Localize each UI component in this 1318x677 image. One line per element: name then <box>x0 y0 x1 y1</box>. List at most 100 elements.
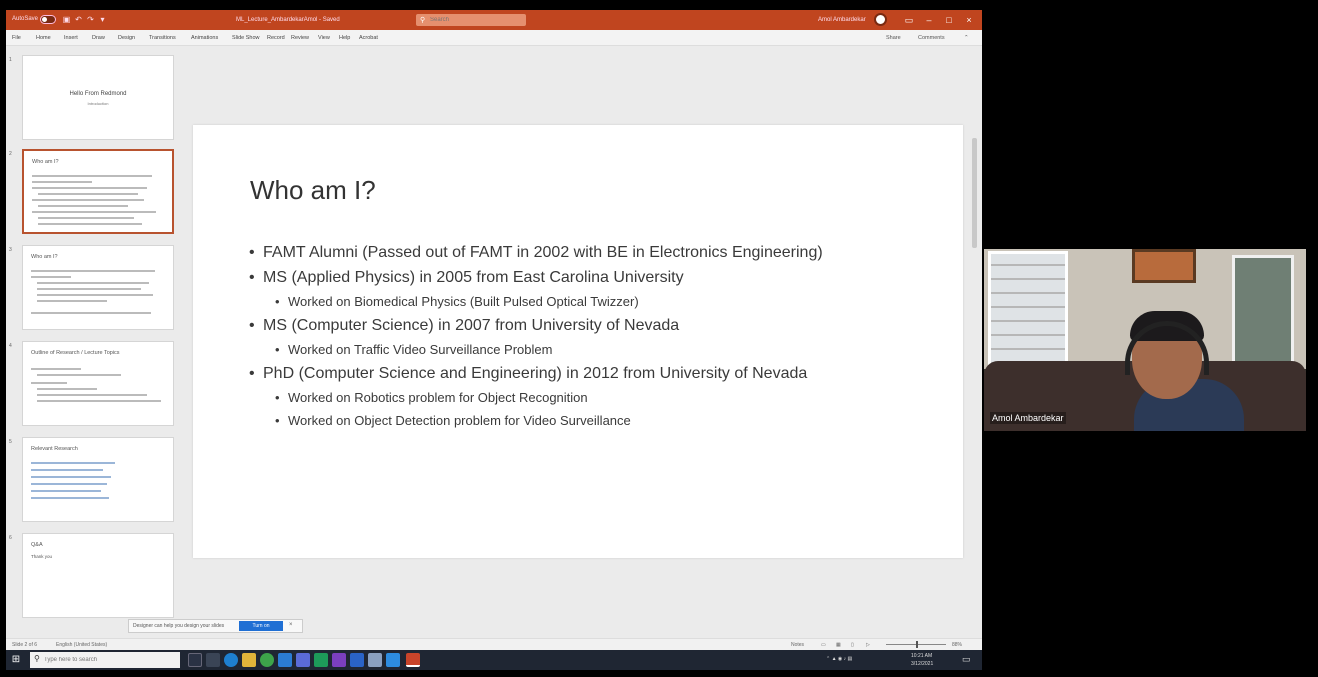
zoom-slider[interactable] <box>886 641 946 648</box>
blind-slat <box>991 334 1065 336</box>
undo-icon[interactable]: ↶ <box>74 15 83 24</box>
zoom-icon[interactable] <box>386 653 400 667</box>
slide-bullets[interactable]: FAMT Alumni (Passed out of FAMT in 2002 … <box>248 242 928 434</box>
mail-icon[interactable] <box>278 653 292 667</box>
zoom-level[interactable]: 88% <box>952 642 962 648</box>
thumbnail-title: Outline of Research / Lecture Topics <box>31 350 120 356</box>
share-button[interactable]: Share <box>886 33 901 43</box>
autosave-toggle[interactable] <box>40 15 56 24</box>
search-box[interactable]: ⚲ <box>416 14 526 26</box>
video-window <box>1232 255 1294 365</box>
thumbnail-text-line <box>31 368 81 370</box>
sub-bullet-item: Worked on Robotics problem for Object Re… <box>248 388 928 407</box>
powerpoint-icon[interactable] <box>406 653 420 667</box>
status-bar: Slide 2 of 6 English (United States) Not… <box>6 638 982 650</box>
save-icon[interactable]: ▣ <box>62 15 71 24</box>
close-icon[interactable]: × <box>289 622 293 628</box>
tab-design[interactable]: Design <box>118 34 135 43</box>
minimize-icon[interactable]: – <box>922 13 936 27</box>
notification-center-icon[interactable]: ▭ <box>962 654 971 664</box>
search-icon: ⚲ <box>34 654 40 663</box>
file-explorer-icon[interactable] <box>242 653 256 667</box>
taskbar-search[interactable]: ⚲ <box>30 652 180 668</box>
clock-date[interactable]: 3/12/2021 <box>911 661 933 669</box>
designer-notification: Designer can help you design your slides… <box>128 619 303 633</box>
thumbnail-number: 6 <box>9 535 12 541</box>
tab-transitions[interactable]: Transitions <box>149 34 176 43</box>
slideshow-icon[interactable]: ▷ <box>866 642 870 648</box>
tab-draw[interactable]: Draw <box>92 34 105 43</box>
collapse-ribbon-icon[interactable]: ⌃ <box>964 33 969 43</box>
tab-insert[interactable]: Insert <box>64 34 78 43</box>
tab-animations[interactable]: Animations <box>191 34 218 43</box>
vertical-scrollbar[interactable] <box>972 138 977 248</box>
tab-home[interactable]: Home <box>36 34 51 43</box>
windows-taskbar: ⊞ ⚲ ⌃ ▲ ◉ ♪ ▤ 10:21 AM 3/12/2021 ▭ <box>6 650 982 670</box>
thumbnail-title: Hello From Redmond <box>69 91 127 97</box>
task-view-icon[interactable] <box>188 653 202 667</box>
reading-view-icon[interactable]: ▯ <box>851 642 854 648</box>
normal-view-icon[interactable]: ▭ <box>821 642 826 648</box>
thumbnail-text-line <box>31 276 71 278</box>
participant-name: Amol Ambardekar <box>990 412 1066 424</box>
thumbnail-text-line <box>37 294 153 296</box>
thumbnail-subtitle: Introduction <box>87 101 109 106</box>
slide-canvas[interactable]: Who am I? FAMT Alumni (Passed out of FAM… <box>193 125 963 558</box>
thumbnail-text-line <box>31 382 67 384</box>
thumbnail-number: 2 <box>9 151 12 157</box>
sub-bullet-item: Worked on Biomedical Physics (Built Puls… <box>248 292 928 311</box>
chevron-down-icon[interactable]: ▾ <box>98 15 107 24</box>
blind-slat <box>991 320 1065 322</box>
close-icon[interactable]: × <box>962 13 976 27</box>
app-icon[interactable] <box>368 653 382 667</box>
ribbon-tabs: File Home Insert Draw Design Transitions… <box>6 30 982 46</box>
tab-file[interactable]: File <box>12 34 21 43</box>
word-icon[interactable] <box>350 653 364 667</box>
avatar[interactable] <box>874 13 887 26</box>
thumbnail-text-line <box>38 223 142 225</box>
redo-icon[interactable]: ↷ <box>86 15 95 24</box>
slide-thumbnail-4[interactable]: Outline of Research / Lecture Topics <box>22 341 174 426</box>
slide-thumbnail-6[interactable]: Q&A Thank you <box>22 533 174 618</box>
onenote-icon[interactable] <box>332 653 346 667</box>
tray-icons[interactable]: ⌃ ▲ ◉ ♪ ▤ <box>826 656 852 664</box>
thumbnail-text-line <box>37 288 141 290</box>
clock-time[interactable]: 10:21 AM <box>911 653 932 661</box>
bullet-item: MS (Applied Physics) in 2005 from East C… <box>248 267 928 289</box>
zoom-knob[interactable] <box>916 641 918 648</box>
taskbar-search-input[interactable] <box>44 655 174 665</box>
language-indicator[interactable]: English (United States) <box>56 642 107 648</box>
slide-thumbnail-2[interactable]: Who am I? <box>22 149 174 234</box>
edge-icon[interactable] <box>224 653 238 667</box>
excel-icon[interactable] <box>314 653 328 667</box>
slide-title[interactable]: Who am I? <box>250 175 376 206</box>
maximize-icon[interactable]: □ <box>942 13 956 27</box>
comments-button[interactable]: Comments <box>918 33 945 43</box>
slide-sorter-icon[interactable]: ▦ <box>836 642 841 648</box>
tab-view[interactable]: View <box>318 34 330 43</box>
chrome-icon[interactable] <box>260 653 274 667</box>
tab-slide-show[interactable]: Slide Show <box>232 34 260 43</box>
thumbnail-title: Who am I? <box>32 159 59 165</box>
tab-help[interactable]: Help <box>339 34 350 43</box>
app-icon[interactable] <box>206 653 220 667</box>
tab-acrobat[interactable]: Acrobat <box>359 34 378 43</box>
notes-button[interactable]: Notes <box>791 642 804 648</box>
tab-review[interactable]: Review <box>291 34 309 43</box>
user-name[interactable]: Amol Ambardekar <box>818 15 868 25</box>
participant-video-tile[interactable]: Amol Ambardekar <box>984 249 1306 431</box>
slide-thumbnail-3[interactable]: Who am I? <box>22 245 174 330</box>
ribbon-display-icon[interactable]: ▭ <box>902 13 916 27</box>
turn-on-button[interactable]: Turn on <box>239 621 283 631</box>
tab-record[interactable]: Record <box>267 34 285 43</box>
teams-icon[interactable] <box>296 653 310 667</box>
slide-thumbnail-5[interactable]: Relevant Research <box>22 437 174 522</box>
thumbnail-text-line <box>37 394 147 396</box>
windows-start-icon[interactable]: ⊞ <box>10 654 22 666</box>
wall-picture <box>1132 249 1196 283</box>
blind-slat <box>991 348 1065 350</box>
thumbnail-number: 5 <box>9 439 12 445</box>
slide-thumbnail-1[interactable]: Hello From Redmond Introduction <box>22 55 174 140</box>
thumbnail-text-line <box>37 374 121 376</box>
search-input[interactable] <box>430 15 522 25</box>
